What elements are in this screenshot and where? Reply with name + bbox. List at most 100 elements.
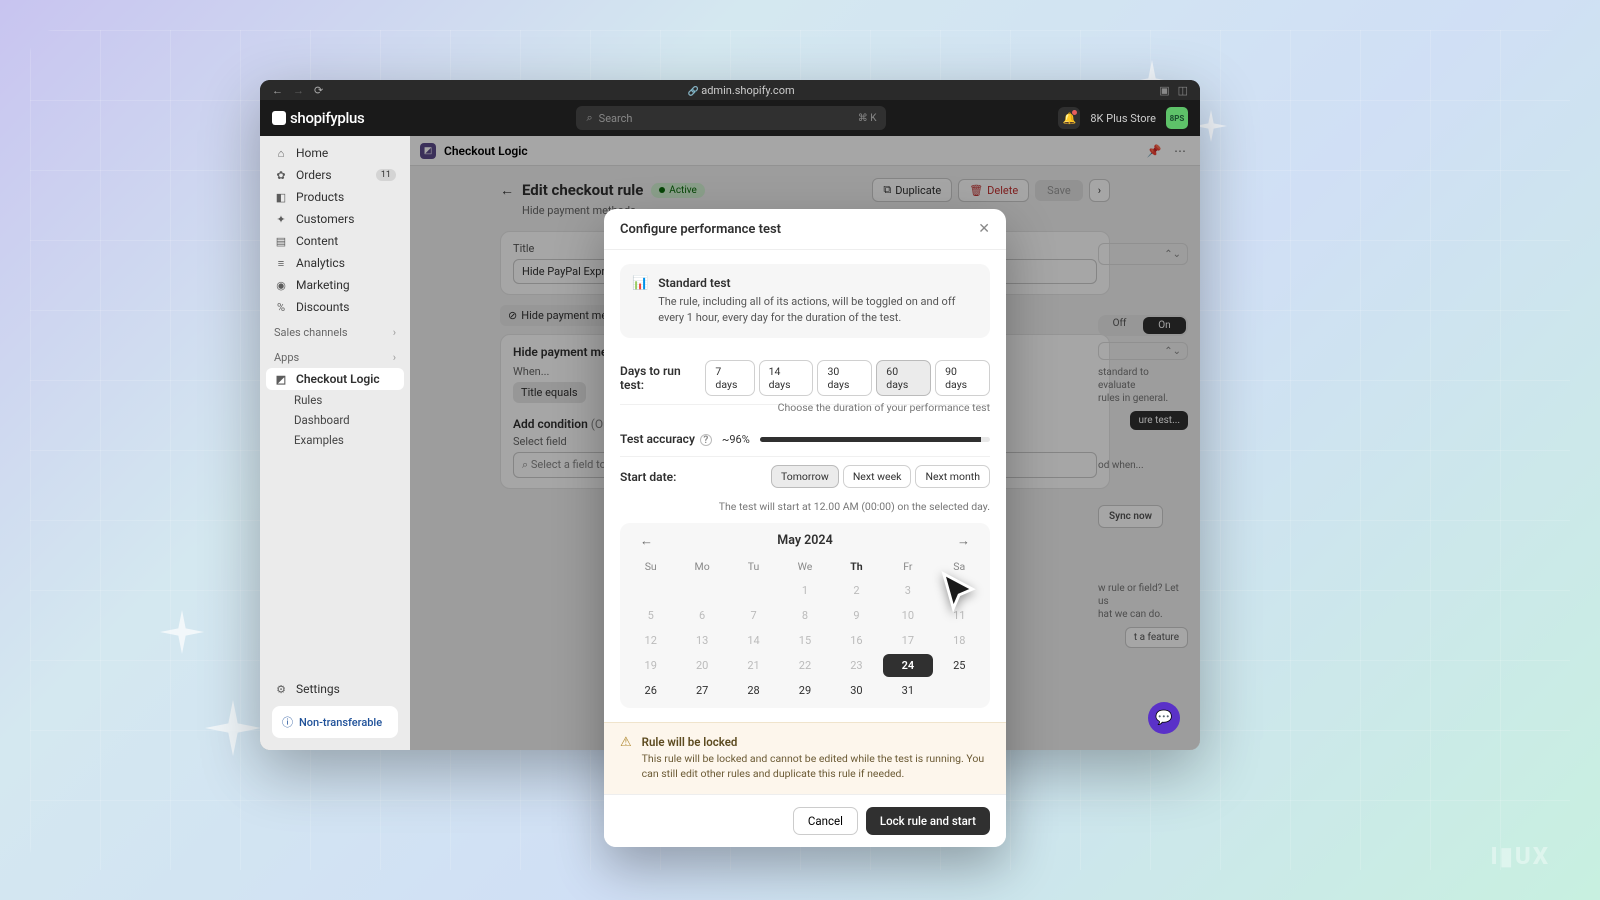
- nav-icon: ✦: [274, 213, 288, 226]
- calendar-day[interactable]: 31: [883, 679, 932, 702]
- start-option[interactable]: Tomorrow: [771, 465, 839, 488]
- accuracy-value: ~96%: [722, 433, 750, 446]
- sidebar-item-customers[interactable]: ✦Customers: [266, 208, 404, 230]
- sidebar-item-discounts[interactable]: %Discounts: [266, 296, 404, 318]
- calendar-day: 17: [883, 629, 932, 652]
- warning-title: Rule will be locked: [642, 735, 990, 749]
- nav-icon: ◧: [274, 191, 288, 204]
- sidebar-sub-rules[interactable]: Rules: [266, 390, 404, 410]
- configure-test-modal: Configure performance test ✕ 📊 Standard …: [604, 209, 1006, 847]
- reader-icon[interactable]: ▣: [1159, 84, 1169, 97]
- sparkle-decoration: [160, 610, 204, 654]
- start-option[interactable]: Next week: [843, 465, 912, 488]
- calendar-day: [729, 579, 778, 602]
- calendar-day[interactable]: 25: [935, 654, 984, 677]
- notifications-button[interactable]: 🔔: [1058, 107, 1080, 129]
- calendar-day[interactable]: 28: [729, 679, 778, 702]
- calendar-day: 10: [883, 604, 932, 627]
- days-option[interactable]: 60 days: [876, 360, 931, 396]
- calendar-day: 14: [729, 629, 778, 652]
- calendar-day: 8: [780, 604, 829, 627]
- calendar-day: 15: [780, 629, 829, 652]
- chat-fab[interactable]: 💬: [1148, 702, 1180, 734]
- calendar-day[interactable]: 30: [832, 679, 881, 702]
- calendar-prev-button[interactable]: ←: [630, 529, 663, 553]
- days-option[interactable]: 14 days: [759, 360, 814, 396]
- app-topbar: shopifyplus ⌕ Search ⌘ K 🔔 8K Plus Store…: [260, 100, 1200, 136]
- warning-desc: This rule will be locked and cannot be e…: [642, 752, 990, 781]
- sidebar-settings[interactable]: ⚙ Settings: [266, 678, 404, 700]
- sidebar-sub-examples[interactable]: Examples: [266, 430, 404, 450]
- standard-test-desc: The rule, including all of its actions, …: [658, 294, 978, 326]
- start-option[interactable]: Next month: [915, 465, 990, 488]
- sidebar-item-content[interactable]: ▤Content: [266, 230, 404, 252]
- sidebar-sub-dashboard[interactable]: Dashboard: [266, 410, 404, 430]
- calendar-day: 21: [729, 654, 778, 677]
- calendar-month-label: May 2024: [777, 533, 832, 548]
- nav-badge: 11: [376, 169, 396, 181]
- days-help-text: Choose the duration of your performance …: [620, 401, 990, 414]
- sidebar-icon[interactable]: ◫: [1178, 84, 1188, 97]
- standard-test-title: Standard test: [658, 276, 978, 290]
- days-option[interactable]: 90 days: [935, 360, 990, 396]
- nav-icon: ▤: [274, 235, 288, 248]
- calendar-dow: Su: [626, 556, 675, 577]
- bar-chart-icon: 📊: [632, 276, 648, 326]
- calendar-day: 7: [729, 604, 778, 627]
- app-icon: ◩: [274, 373, 288, 386]
- start-date-label: Start date:: [620, 470, 676, 484]
- sidebar-item-marketing[interactable]: ◉Marketing: [266, 274, 404, 296]
- sidebar-item-analytics[interactable]: ≡Analytics: [266, 252, 404, 274]
- calendar-day: [677, 579, 726, 602]
- start-segmented-control: TomorrowNext weekNext month: [771, 465, 990, 488]
- calendar-day: 3: [883, 579, 932, 602]
- calendar-day: 19: [626, 654, 675, 677]
- sidebar: ⌂Home✿Orders11◧Products✦Customers▤Conten…: [260, 136, 410, 750]
- lock-and-start-button[interactable]: Lock rule and start: [866, 807, 990, 835]
- days-option[interactable]: 7 days: [705, 360, 754, 396]
- help-icon[interactable]: ?: [700, 434, 712, 446]
- search-input[interactable]: ⌕ Search ⌘ K: [576, 106, 886, 130]
- warning-icon: ⚠: [620, 735, 632, 781]
- sidebar-item-home[interactable]: ⌂Home: [266, 142, 404, 164]
- calendar-day[interactable]: 26: [626, 679, 675, 702]
- sidebar-item-orders[interactable]: ✿Orders11: [266, 164, 404, 186]
- calendar-day: 22: [780, 654, 829, 677]
- calendar-day: [935, 679, 984, 702]
- close-icon[interactable]: ✕: [978, 221, 990, 237]
- sidebar-section-apps[interactable]: Apps›: [266, 343, 404, 368]
- calendar-day[interactable]: 29: [780, 679, 829, 702]
- standard-test-info: 📊 Standard test The rule, including all …: [620, 264, 990, 338]
- cancel-button[interactable]: Cancel: [793, 807, 858, 835]
- nav-icon: ✿: [274, 169, 288, 182]
- sidebar-item-products[interactable]: ◧Products: [266, 186, 404, 208]
- sidebar-section-channels[interactable]: Sales channels›: [266, 318, 404, 343]
- calendar-day: 20: [677, 654, 726, 677]
- browser-url[interactable]: admin.shopify.com: [333, 84, 1149, 97]
- calendar-day[interactable]: 27: [677, 679, 726, 702]
- store-name[interactable]: 8K Plus Store: [1090, 112, 1156, 125]
- nav-icon: %: [274, 301, 288, 314]
- calendar-dow: Mo: [677, 556, 726, 577]
- shopify-logo[interactable]: shopifyplus: [272, 109, 364, 127]
- calendar-next-button[interactable]: →: [947, 529, 980, 553]
- days-option[interactable]: 30 days: [817, 360, 872, 396]
- calendar-day: 9: [832, 604, 881, 627]
- calendar-day[interactable]: 24: [883, 654, 932, 677]
- browser-back-icon[interactable]: ←: [272, 84, 283, 97]
- sidebar-app-checkout-logic[interactable]: ◩ Checkout Logic: [266, 368, 404, 390]
- calendar-day: 2: [832, 579, 881, 602]
- sparkle-decoration: [205, 700, 261, 756]
- calendar-day: 13: [677, 629, 726, 652]
- avatar[interactable]: 8PS: [1166, 107, 1188, 129]
- browser-forward-icon[interactable]: →: [293, 84, 304, 97]
- browser-reload-icon[interactable]: ⟳: [314, 84, 323, 97]
- nav-icon: ◉: [274, 279, 288, 292]
- accuracy-bar: [760, 437, 990, 442]
- calendar-day: 23: [832, 654, 881, 677]
- calendar-day: 6: [677, 604, 726, 627]
- accuracy-label: Test accuracy ?: [620, 432, 712, 447]
- calendar-dow: Tu: [729, 556, 778, 577]
- non-transferable-badge[interactable]: Non-transferable: [272, 706, 398, 738]
- cursor-pointer-decoration: [938, 570, 984, 620]
